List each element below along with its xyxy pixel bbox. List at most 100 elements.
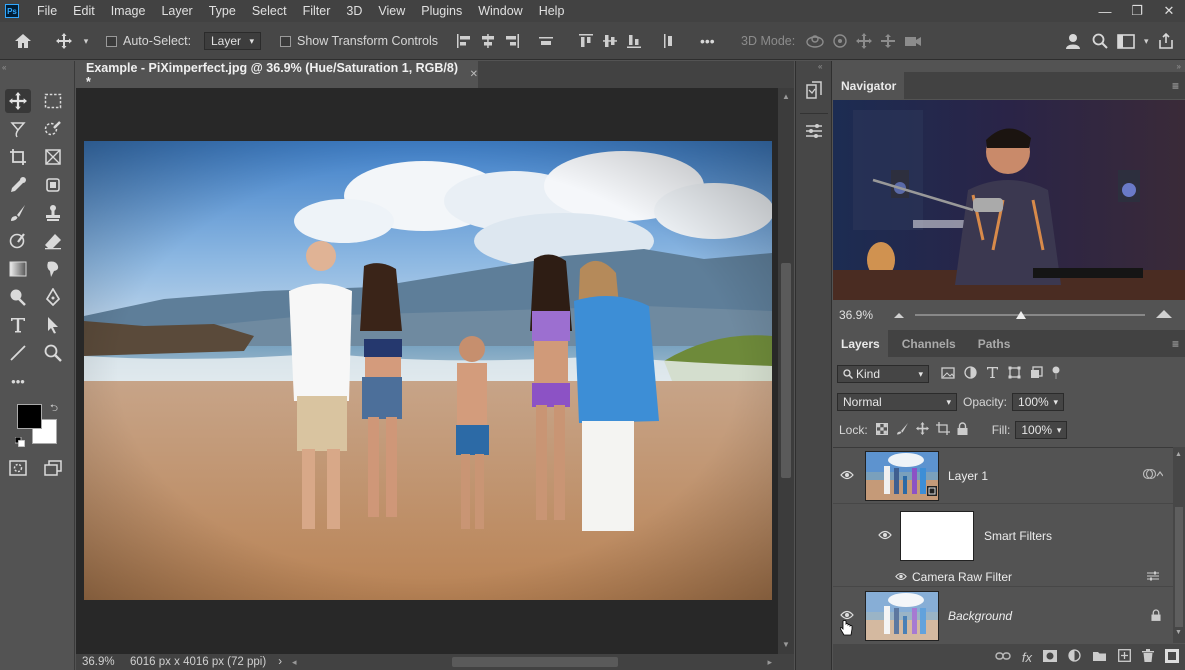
close-document-icon[interactable]: ✕ bbox=[470, 69, 478, 80]
quick-mask-icon[interactable] bbox=[5, 456, 31, 480]
new-layer-icon[interactable] bbox=[1118, 649, 1131, 665]
restore-button[interactable]: ❐ bbox=[1121, 0, 1153, 22]
filter-row-camera-raw[interactable]: Camera Raw Filter bbox=[833, 567, 1173, 587]
navigator-preview[interactable] bbox=[833, 100, 1185, 300]
collapse-toolbar-icon[interactable]: « bbox=[2, 63, 6, 72]
layers-scroll-down-icon[interactable]: ▼ bbox=[1175, 629, 1182, 636]
align-right-icon[interactable] bbox=[504, 33, 520, 49]
dodge-tool-icon[interactable] bbox=[5, 285, 31, 309]
filter-blending-options-icon[interactable] bbox=[1147, 570, 1159, 584]
delete-layer-trash-icon[interactable] bbox=[1142, 649, 1154, 665]
smart-filters-label[interactable]: Smart Filters bbox=[984, 529, 1052, 543]
background-lock-icon[interactable] bbox=[1151, 608, 1161, 624]
status-info-menu-icon[interactable]: › bbox=[278, 656, 282, 668]
eyedropper-tool-icon[interactable] bbox=[5, 173, 31, 197]
workspace-chevron-down-icon[interactable]: ▾ bbox=[1144, 36, 1149, 47]
filter-type-layers-icon[interactable] bbox=[986, 366, 999, 382]
eraser-tool-icon[interactable] bbox=[40, 229, 66, 253]
canvas-vertical-scrollbar[interactable]: ▲ ▼ bbox=[778, 88, 794, 654]
document-canvas-image[interactable] bbox=[84, 141, 772, 600]
path-selection-tool-icon[interactable] bbox=[40, 313, 66, 337]
move-tool-icon[interactable] bbox=[5, 89, 31, 113]
menu-view[interactable]: View bbox=[370, 0, 413, 22]
camera-raw-filter-label[interactable]: Camera Raw Filter bbox=[912, 570, 1012, 584]
zoom-out-icon[interactable] bbox=[893, 308, 905, 322]
align-vertical-center-icon[interactable] bbox=[602, 33, 618, 49]
filter-pixel-layers-icon[interactable] bbox=[941, 366, 955, 382]
menu-3d[interactable]: 3D bbox=[338, 0, 370, 22]
move-tool-preset-icon[interactable] bbox=[54, 22, 74, 60]
new-group-folder-icon[interactable] bbox=[1092, 650, 1107, 665]
gradient-tool-icon[interactable] bbox=[5, 257, 31, 281]
default-colors-icon[interactable] bbox=[14, 436, 25, 450]
tab-layers[interactable]: Layers bbox=[833, 330, 888, 357]
layer-row-background[interactable]: Background bbox=[833, 588, 1173, 644]
align-bottom-icon[interactable] bbox=[626, 33, 642, 49]
type-tool-icon[interactable] bbox=[5, 313, 31, 337]
menu-layer[interactable]: Layer bbox=[153, 0, 200, 22]
scroll-right-icon[interactable]: ▸ bbox=[767, 657, 772, 668]
collapse-dock-icon[interactable]: » bbox=[1177, 62, 1181, 71]
distribute-horizontal-icon[interactable] bbox=[538, 33, 554, 49]
rectangular-marquee-tool-icon[interactable] bbox=[40, 89, 66, 113]
search-icon[interactable] bbox=[1092, 33, 1108, 49]
auto-select-target-dropdown[interactable]: Layer ▾ bbox=[204, 32, 261, 50]
spot-healing-tool-icon[interactable] bbox=[40, 173, 66, 197]
tab-channels[interactable]: Channels bbox=[894, 330, 964, 357]
scroll-up-icon[interactable]: ▲ bbox=[782, 92, 790, 101]
brush-tool-icon[interactable] bbox=[5, 201, 31, 225]
fill-input[interactable]: 100% ▾ bbox=[1015, 421, 1068, 439]
pen-tool-icon[interactable] bbox=[40, 285, 66, 309]
link-layers-icon[interactable] bbox=[995, 650, 1011, 664]
line-tool-icon[interactable] bbox=[5, 341, 31, 365]
layers-scroll-thumb[interactable] bbox=[1175, 507, 1183, 627]
blend-mode-dropdown[interactable]: Normal ▾ bbox=[837, 393, 957, 411]
filter-smart-objects-icon[interactable] bbox=[1030, 366, 1043, 382]
layers-scroll-up-icon[interactable]: ▲ bbox=[1175, 451, 1182, 458]
opacity-input[interactable]: 100% ▾ bbox=[1012, 393, 1065, 411]
lock-image-pixels-icon[interactable] bbox=[896, 422, 909, 438]
scroll-down-icon[interactable]: ▼ bbox=[782, 640, 790, 649]
layer-thumbnail[interactable] bbox=[865, 450, 939, 501]
minimize-button[interactable]: — bbox=[1089, 0, 1121, 22]
close-window-button[interactable]: ✕ bbox=[1153, 0, 1185, 22]
filter-shape-layers-icon[interactable] bbox=[1008, 366, 1021, 382]
smart-filter-indicator-icon[interactable] bbox=[1142, 468, 1164, 483]
layer-filter-kind-dropdown[interactable]: Kind ▾ bbox=[837, 365, 929, 383]
background-layer-thumbnail[interactable] bbox=[865, 591, 939, 641]
3d-roll-icon[interactable] bbox=[832, 33, 848, 49]
menu-plugins[interactable]: Plugins bbox=[413, 0, 470, 22]
align-horizontal-center-icon[interactable] bbox=[480, 33, 496, 49]
menu-select[interactable]: Select bbox=[244, 0, 295, 22]
add-layer-mask-icon[interactable] bbox=[1043, 649, 1057, 665]
smart-filters-visibility-eye-icon[interactable] bbox=[878, 529, 892, 543]
home-icon[interactable] bbox=[12, 22, 34, 60]
3d-pan-icon[interactable] bbox=[856, 33, 872, 49]
align-top-icon[interactable] bbox=[578, 33, 594, 49]
horizontal-scroll-thumb[interactable] bbox=[452, 657, 618, 667]
panel-options-icon[interactable] bbox=[1165, 648, 1179, 666]
frame-tool-icon[interactable] bbox=[40, 145, 66, 169]
menu-edit[interactable]: Edit bbox=[65, 0, 103, 22]
show-transform-checkbox[interactable] bbox=[280, 35, 291, 47]
history-brush-tool-icon[interactable] bbox=[5, 229, 31, 253]
menu-file[interactable]: File bbox=[29, 0, 65, 22]
more-options-button[interactable]: ••• bbox=[700, 22, 715, 60]
zoom-in-icon[interactable] bbox=[1155, 308, 1173, 322]
navigator-zoom-slider[interactable] bbox=[915, 311, 1145, 319]
navigator-panel-menu-icon[interactable]: ≡ bbox=[1172, 79, 1179, 93]
camera-raw-visibility-eye-icon[interactable] bbox=[895, 570, 907, 584]
expand-panels-icon[interactable]: « bbox=[818, 62, 822, 71]
layer-row-smart-filters[interactable]: Smart Filters bbox=[833, 505, 1173, 567]
object-selection-tool-icon[interactable] bbox=[40, 117, 66, 141]
layers-panel-menu-icon[interactable]: ≡ bbox=[1172, 337, 1179, 351]
clone-stamp-tool-icon[interactable] bbox=[40, 201, 66, 225]
3d-slide-icon[interactable] bbox=[880, 33, 896, 49]
filter-toggle-icon[interactable] bbox=[1052, 366, 1060, 383]
preset-chevron-down-icon[interactable]: ▾ bbox=[80, 22, 92, 60]
navigator-zoom-value[interactable]: 36.9% bbox=[839, 308, 887, 322]
3d-orbit-icon[interactable] bbox=[806, 33, 824, 49]
lock-artboard-icon[interactable] bbox=[935, 422, 950, 438]
adjustments-panel-icon[interactable] bbox=[804, 121, 824, 144]
menu-filter[interactable]: Filter bbox=[295, 0, 339, 22]
